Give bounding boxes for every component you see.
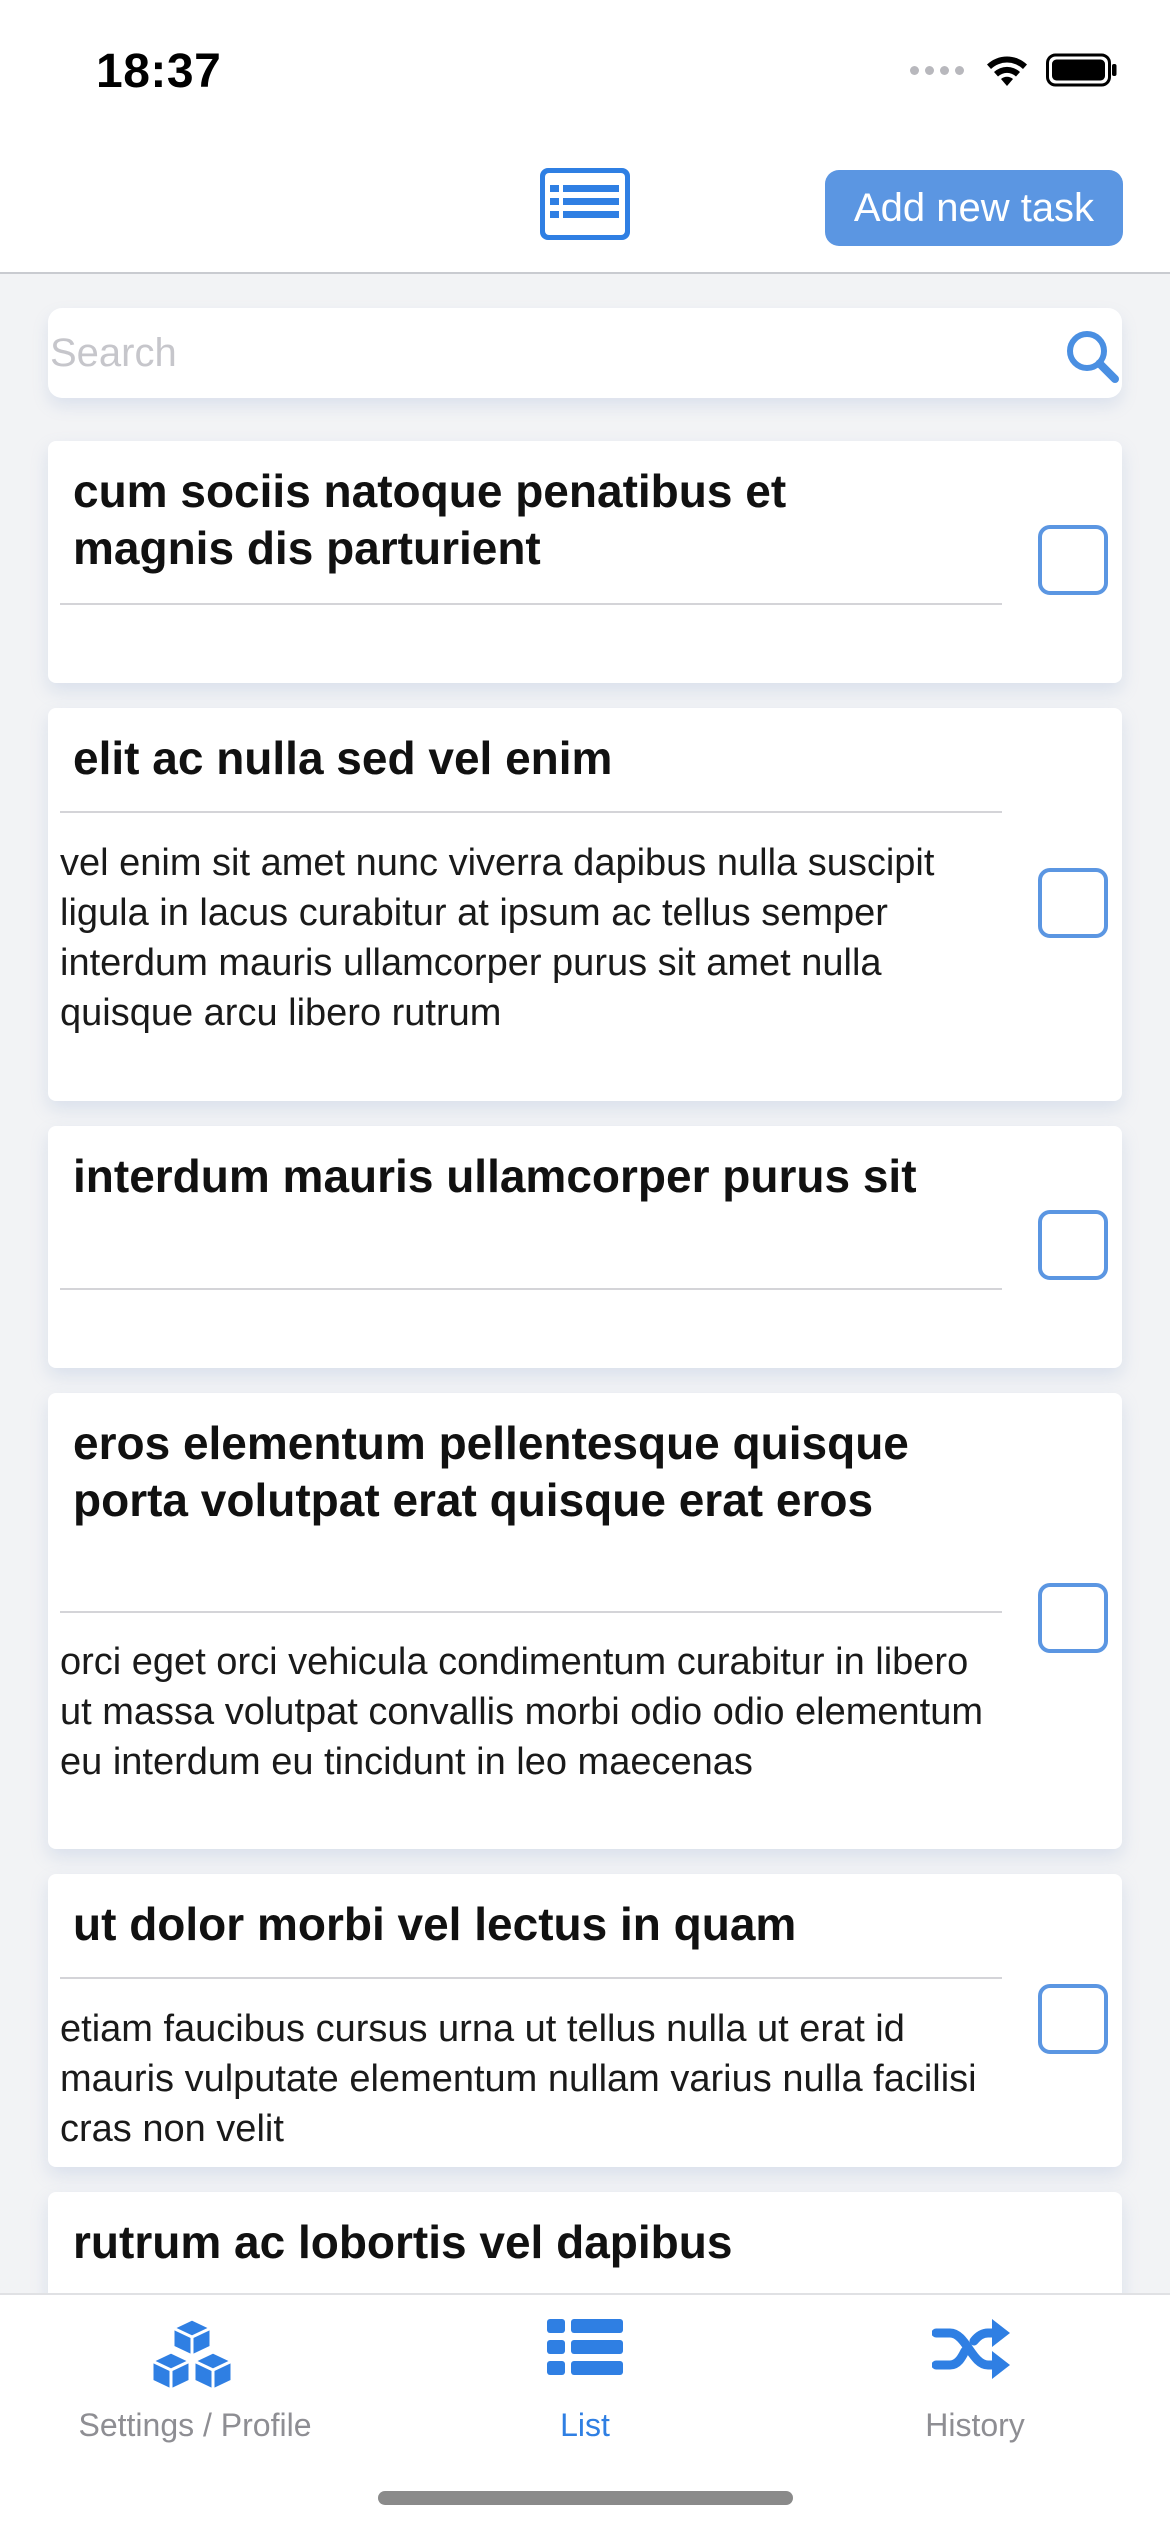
task-description: orci eget orci vehicula condimentum cura… (60, 1641, 984, 1783)
list-icon (547, 2319, 623, 2375)
task-card[interactable]: interdum mauris ullamcorper purus sit (48, 1126, 1122, 1368)
search-icon[interactable] (1062, 326, 1122, 386)
task-checkbox[interactable] (1038, 1583, 1108, 1653)
task-checkbox[interactable] (1038, 1984, 1108, 2054)
shuffle-icon (932, 2319, 1010, 2379)
task-checkbox[interactable] (1038, 525, 1108, 595)
task-checkbox[interactable] (1038, 1210, 1108, 1280)
task-title: ut dolor morbi vel lectus in quam (73, 1898, 797, 1950)
tab-label: Settings / Profile (78, 2407, 312, 2443)
task-card[interactable]: elit ac nulla sed vel enim vel enim sit … (48, 708, 1122, 1101)
list-icon[interactable] (540, 168, 630, 240)
task-checkbox[interactable] (1038, 868, 1108, 938)
task-divider (60, 1977, 1002, 1979)
tab-label: List (560, 2407, 610, 2443)
task-title: elit ac nulla sed vel enim (73, 732, 613, 784)
task-card[interactable]: ut dolor morbi vel lectus in quam etiam … (48, 1874, 1122, 2167)
tab-label: History (925, 2407, 1025, 2443)
search-bar (48, 308, 1122, 398)
task-title: rutrum ac lobortis vel dapibus (73, 2216, 733, 2268)
task-divider (60, 603, 1002, 605)
task-title: interdum mauris ullamcorper purus sit (73, 1150, 917, 1202)
tab-list[interactable]: List (390, 2295, 780, 2455)
task-card[interactable]: eros elementum pellentesque quisque port… (48, 1393, 1122, 1849)
cubes-icon (150, 2317, 234, 2392)
status-time: 18:37 (96, 45, 222, 98)
tab-history[interactable]: History (780, 2295, 1170, 2455)
search-input[interactable] (48, 308, 1048, 398)
add-new-task-button[interactable]: Add new task (825, 170, 1123, 246)
cellular-signal-icon (910, 65, 964, 75)
task-divider (60, 811, 1002, 813)
task-divider (60, 1611, 1002, 1613)
task-divider (60, 1288, 1002, 1290)
battery-icon (1046, 53, 1117, 87)
home-indicator[interactable] (378, 2491, 793, 2505)
tab-settings-profile[interactable]: Settings / Profile (0, 2295, 390, 2455)
status-bar: 18:37 (0, 0, 1170, 140)
task-title: eros elementum pellentesque quisque port… (73, 1417, 909, 1526)
nav-bar: Add new task (0, 140, 1170, 274)
wifi-icon (987, 56, 1027, 86)
status-icons (910, 52, 1118, 88)
task-card[interactable]: cum sociis natoque penatibus et magnis d… (48, 441, 1122, 683)
task-description: vel enim sit amet nunc viverra dapibus n… (60, 842, 935, 1034)
task-description: etiam faucibus cursus urna ut tellus nul… (60, 2008, 977, 2150)
task-title: cum sociis natoque penatibus et magnis d… (73, 465, 787, 574)
